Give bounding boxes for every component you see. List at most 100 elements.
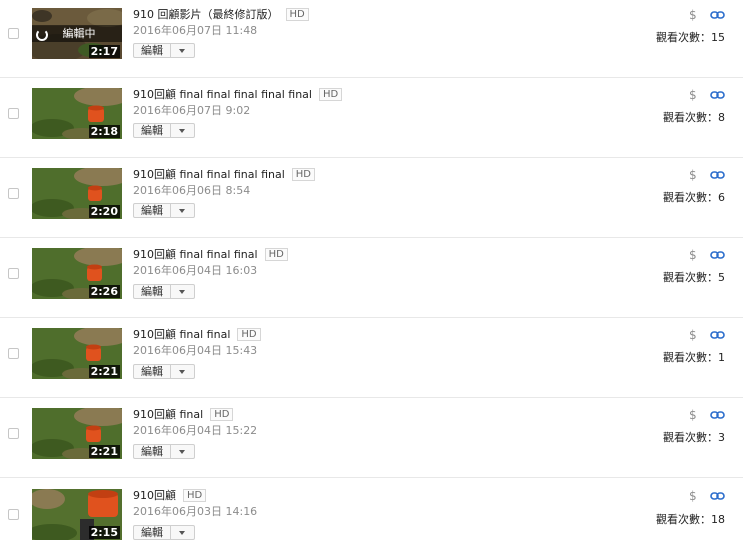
- view-count: 觀看次數：3: [663, 429, 725, 445]
- views-label: 觀看次數：: [656, 513, 711, 526]
- share-link-icon[interactable]: [710, 410, 725, 420]
- title-line: 910回顧 final final final HD: [133, 246, 288, 262]
- view-count: 觀看次數：18: [656, 511, 725, 527]
- hd-badge: HD: [291, 167, 316, 181]
- edit-button[interactable]: 編輯: [133, 43, 171, 58]
- view-count: 觀看次數：1: [663, 349, 725, 365]
- video-thumbnail[interactable]: 編輯中 2:17: [32, 8, 122, 59]
- upload-date: 2016年06月07日 11:48: [133, 24, 258, 37]
- views-value: 6: [718, 191, 725, 204]
- edit-dropdown-chevron-icon[interactable]: [171, 43, 195, 58]
- monetization-dollar-icon[interactable]: $: [689, 328, 699, 342]
- video-title[interactable]: 910回顧: [133, 487, 176, 503]
- upload-date: 2016年06月04日 16:03: [133, 264, 258, 277]
- hd-badge: HD: [237, 327, 261, 341]
- edit-button-group: 編輯: [133, 525, 195, 540]
- video-duration: 2:21: [88, 445, 120, 458]
- views-label: 觀看次數：: [656, 31, 711, 44]
- video-title[interactable]: 910 回顧影片（最終修訂版）: [133, 6, 279, 22]
- upload-date: 2016年06月04日 15:22: [133, 424, 258, 437]
- views-label: 觀看次數：: [663, 351, 718, 364]
- monetization-dollar-icon[interactable]: $: [689, 168, 699, 182]
- video-thumbnail[interactable]: 2:21: [32, 408, 122, 459]
- share-link-icon[interactable]: [710, 170, 725, 180]
- video-thumbnail[interactable]: 2:15: [32, 489, 122, 540]
- edit-button-group: 編輯: [133, 203, 195, 218]
- video-duration: 2:17: [88, 45, 120, 58]
- edit-dropdown-chevron-icon[interactable]: [171, 203, 195, 218]
- edit-button[interactable]: 編輯: [133, 203, 171, 218]
- video-row: 2:20 910回顧 final final final final HD 20…: [0, 158, 743, 238]
- views-label: 觀看次數：: [663, 191, 718, 204]
- processing-spinner-icon: [36, 29, 48, 41]
- select-checkbox[interactable]: [8, 509, 19, 520]
- edit-button-group: 編輯: [133, 284, 195, 299]
- video-duration: 2:20: [88, 205, 120, 218]
- video-title[interactable]: 910回顧 final final final final: [133, 166, 285, 182]
- view-count: 觀看次數：5: [663, 269, 725, 285]
- edit-button[interactable]: 編輯: [133, 444, 171, 459]
- edit-button-group: 編輯: [133, 444, 195, 459]
- title-line: 910回顧 final final final final HD: [133, 166, 316, 182]
- monetization-dollar-icon[interactable]: $: [689, 408, 699, 422]
- views-value: 3: [718, 431, 725, 444]
- views-label: 觀看次數：: [663, 111, 718, 124]
- video-title[interactable]: 910回顧 final: [133, 406, 203, 422]
- edit-dropdown-chevron-icon[interactable]: [171, 364, 195, 379]
- edit-dropdown-chevron-icon[interactable]: [171, 444, 195, 459]
- views-value: 8: [718, 111, 725, 124]
- video-row: 2:18 910回顧 final final final final final…: [0, 78, 743, 158]
- video-row: 2:21 910回顧 final HD 2016年06月04日 15:22 編輯…: [0, 398, 743, 478]
- views-label: 觀看次數：: [663, 271, 718, 284]
- upload-date: 2016年06月04日 15:43: [133, 344, 258, 357]
- video-duration: 2:15: [88, 526, 120, 539]
- video-thumbnail[interactable]: 2:26: [32, 248, 122, 299]
- title-line: 910 回顧影片（最終修訂版） HD: [133, 6, 309, 22]
- video-thumbnail[interactable]: 2:18: [32, 88, 122, 139]
- hd-badge: HD: [264, 247, 288, 261]
- video-title[interactable]: 910回顧 final final: [133, 326, 230, 342]
- edit-button[interactable]: 編輯: [133, 284, 171, 299]
- select-checkbox[interactable]: [8, 428, 19, 439]
- edit-dropdown-chevron-icon[interactable]: [171, 123, 195, 138]
- upload-date: 2016年06月03日 14:16: [133, 505, 258, 518]
- edit-button[interactable]: 編輯: [133, 123, 171, 138]
- video-title[interactable]: 910回顧 final final final final final: [133, 86, 312, 102]
- video-duration: 2:26: [88, 285, 120, 298]
- edit-dropdown-chevron-icon[interactable]: [171, 284, 195, 299]
- share-link-icon[interactable]: [710, 90, 725, 100]
- edit-button-group: 編輯: [133, 123, 195, 138]
- view-count: 觀看次數：15: [656, 29, 725, 45]
- upload-date: 2016年06月07日 9:02: [133, 104, 251, 117]
- select-checkbox[interactable]: [8, 348, 19, 359]
- views-label: 觀看次數：: [663, 431, 718, 444]
- hd-badge: HD: [285, 7, 309, 21]
- edit-button[interactable]: 編輯: [133, 525, 171, 540]
- video-thumbnail[interactable]: 2:21: [32, 328, 122, 379]
- edit-button-group: 編輯: [133, 364, 195, 379]
- hd-badge: HD: [210, 407, 234, 421]
- video-row: 2:26 910回顧 final final final HD 2016年06月…: [0, 238, 743, 318]
- share-link-icon[interactable]: [710, 330, 725, 340]
- video-row: 編輯中 2:17 910 回顧影片（最終修訂版） HD 2016年06月07日 …: [0, 0, 743, 80]
- video-title[interactable]: 910回顧 final final final: [133, 246, 258, 262]
- monetization-dollar-icon[interactable]: $: [689, 8, 699, 22]
- view-count: 觀看次數：8: [663, 109, 725, 125]
- monetization-dollar-icon[interactable]: $: [689, 248, 699, 262]
- monetization-dollar-icon[interactable]: $: [689, 88, 699, 102]
- video-list: 編輯中 2:17 910 回顧影片（最終修訂版） HD 2016年06月07日 …: [0, 0, 743, 549]
- video-thumbnail[interactable]: 2:20: [32, 168, 122, 219]
- video-duration: 2:21: [88, 365, 120, 378]
- select-checkbox[interactable]: [8, 268, 19, 279]
- hd-badge: HD: [318, 87, 343, 101]
- edit-dropdown-chevron-icon[interactable]: [171, 525, 195, 540]
- share-link-icon[interactable]: [710, 250, 725, 260]
- monetization-dollar-icon[interactable]: $: [689, 489, 699, 503]
- edit-button-group: 編輯: [133, 43, 195, 58]
- share-link-icon[interactable]: [710, 10, 725, 20]
- edit-button[interactable]: 編輯: [133, 364, 171, 379]
- select-checkbox[interactable]: [8, 108, 19, 119]
- select-checkbox[interactable]: [8, 28, 19, 39]
- select-checkbox[interactable]: [8, 188, 19, 199]
- share-link-icon[interactable]: [710, 491, 725, 501]
